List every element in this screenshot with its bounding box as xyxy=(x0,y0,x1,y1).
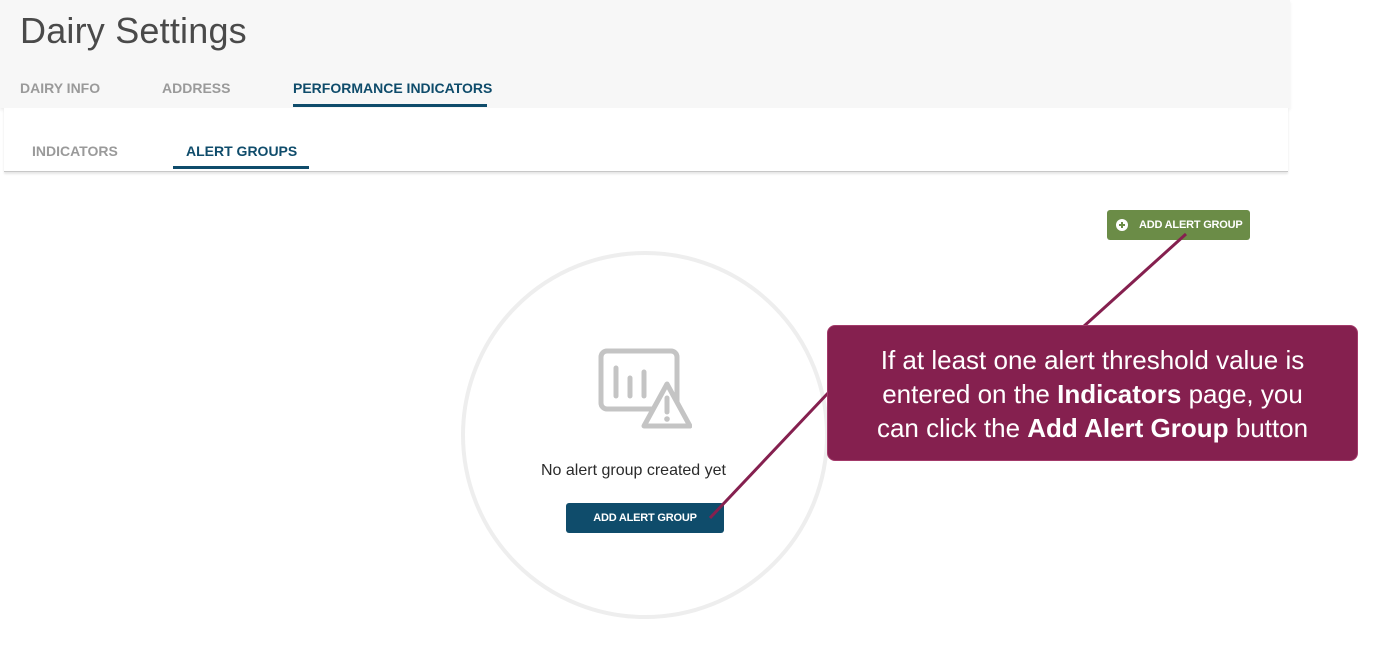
callout-line-3: can click the Add Alert Group button xyxy=(876,413,1309,443)
callout-line-1: If at least one alert threshold value is xyxy=(880,345,1305,375)
callout-line-2: entered on the Indicators page, you xyxy=(882,379,1303,409)
help-callout: If at least one alert threshold value is… xyxy=(827,325,1358,461)
